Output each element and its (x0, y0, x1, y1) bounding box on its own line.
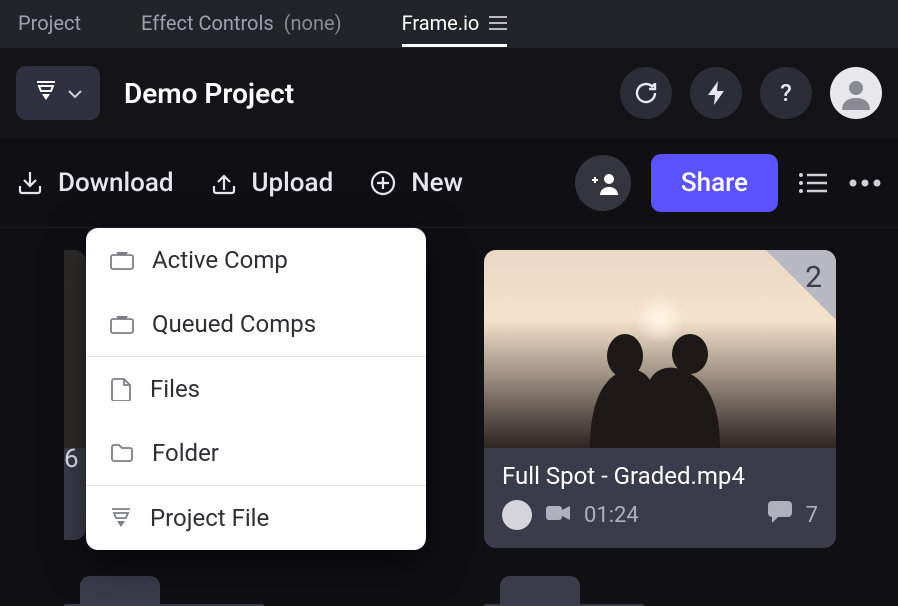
more-button[interactable] (848, 178, 882, 188)
panel-tab-bar: Project Effect Controls (none) Frame.io (0, 0, 898, 48)
project-title: Demo Project (124, 77, 596, 110)
list-view-button[interactable] (798, 171, 828, 195)
action-bar-right: Share (575, 154, 882, 212)
menu-label: Folder (152, 439, 219, 467)
project-icon (34, 80, 58, 106)
comment-icon (768, 501, 792, 529)
action-label: Download (58, 168, 174, 198)
user-avatar[interactable] (830, 67, 882, 119)
chevron-down-icon (68, 84, 82, 103)
project-selector-button[interactable] (16, 66, 100, 120)
partial-card-char: 6 (64, 444, 79, 474)
menu-label: Project File (150, 504, 269, 532)
menu-label: Queued Comps (152, 310, 316, 338)
asset-card-partial[interactable] (64, 250, 86, 540)
tab-label: Effect Controls (141, 11, 274, 35)
silhouette-image (540, 308, 780, 448)
asset-meta: Full Spot - Graded.mp4 01:24 7 (484, 448, 836, 548)
thumbnail (64, 250, 86, 448)
tab-frameio[interactable]: Frame.io (402, 1, 508, 47)
new-context-menu: Active Comp Queued Comps Files Folder (86, 228, 426, 550)
share-button[interactable]: Share (651, 154, 778, 212)
menu-item-files[interactable]: Files (86, 357, 426, 421)
asset-card[interactable]: 2 Full Spot - Graded.mp4 01:24 7 (484, 250, 836, 548)
folder-tab[interactable] (80, 576, 160, 606)
video-icon (546, 503, 570, 528)
folder-tab[interactable] (500, 576, 580, 606)
menu-item-project-file[interactable]: Project File (86, 486, 426, 550)
menu-label: Active Comp (152, 246, 288, 274)
download-button[interactable]: Download (16, 168, 174, 198)
header-icons: ? (620, 67, 882, 119)
tab-effect-controls[interactable]: Effect Controls (none) (141, 1, 342, 47)
asset-info-row: 01:24 7 (502, 500, 818, 530)
asset-comment-count: 7 (806, 503, 818, 528)
action-bar: Download Upload New Share (0, 138, 898, 228)
project-header: Demo Project ? (0, 48, 898, 138)
upload-button[interactable]: Upload (210, 168, 334, 198)
tab-label: Frame.io (402, 11, 480, 35)
tab-label: Project (18, 11, 81, 35)
help-button[interactable]: ? (760, 67, 812, 119)
content-area: 6 Active Comp Queued Comps Files Fold (0, 228, 898, 268)
new-button[interactable]: New (369, 168, 463, 198)
refresh-button[interactable] (620, 67, 672, 119)
add-user-button[interactable] (575, 155, 631, 211)
help-label: ? (780, 79, 792, 107)
share-label: Share (681, 168, 748, 198)
tab-project[interactable]: Project (18, 1, 81, 47)
uploader-avatar (502, 500, 532, 530)
version-badge: 2 (805, 260, 822, 295)
version-fold (766, 250, 836, 320)
action-label: Upload (252, 168, 334, 198)
asset-thumbnail: 2 (484, 250, 836, 448)
menu-label: Files (150, 375, 200, 403)
menu-item-queued-comps[interactable]: Queued Comps (86, 292, 426, 356)
asset-title: Full Spot - Graded.mp4 (502, 462, 818, 490)
tab-label-none: (none) (284, 11, 342, 35)
lightning-button[interactable] (690, 67, 742, 119)
menu-item-folder[interactable]: Folder (86, 421, 426, 485)
action-label: New (411, 168, 463, 198)
hamburger-icon[interactable] (489, 16, 507, 30)
asset-duration: 01:24 (584, 503, 639, 528)
menu-item-active-comp[interactable]: Active Comp (86, 228, 426, 292)
